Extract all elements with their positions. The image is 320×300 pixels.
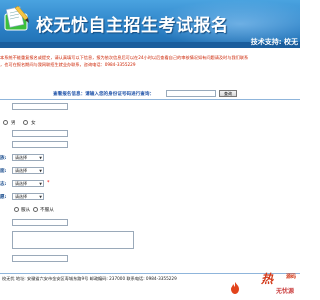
select-2-value: 请选择: [15, 168, 27, 173]
tech-support-label: 技术支持: 校无: [250, 38, 298, 46]
site-header: 校无忧自主招生考试报名 技术支持: 校无: [0, 0, 300, 48]
id-number-query-input[interactable]: [166, 90, 216, 97]
form-row-email: [0, 254, 300, 265]
query-divider: [0, 99, 300, 100]
chevron-down-icon: ▼: [39, 156, 42, 160]
obey-yes-label: 服从: [21, 208, 31, 213]
id-card-input[interactable]: [12, 141, 68, 148]
birth-input[interactable]: [12, 130, 68, 137]
chevron-down-icon: ▼: [39, 169, 42, 173]
form-row-select-1: 族: 请选择 ▼: [0, 153, 300, 164]
select-4-label: 愿:: [0, 195, 7, 200]
fire-icon: [231, 282, 239, 294]
footer-text: 校无忧 地址: 安徽省六安市金安区寿城东路9号 邮政编码: 237000 联系电…: [2, 276, 177, 281]
gender-female-label: 女: [31, 121, 36, 126]
select-1-value: 请选择: [15, 155, 27, 160]
form-row-gender: 男 女: [0, 118, 300, 129]
form-row-birth: [0, 129, 300, 140]
watermark-site: 无忧源: [275, 288, 294, 295]
notice-line-2: ，也可在报名期间与我网联招生就业办联系，咨询电话：0984-3355229: [0, 62, 136, 67]
form-row-obey: 服从 不服从: [0, 205, 300, 216]
gender-male-label: 男: [11, 121, 16, 126]
email-input[interactable]: [12, 255, 68, 262]
form-row-phone: [0, 218, 300, 229]
school-logo-icon: [4, 5, 29, 31]
query-label: 查看报名信息：请输入您的身份证号码进行查询：: [53, 92, 155, 97]
form-row-select-3: 志: 请选择 ▼ *: [0, 179, 300, 190]
notice-text: 本系统不能重复报名或提交，请认真填写以下信息，报为依次信息后可以在24小时以后查…: [0, 54, 300, 82]
form-row-select-2: 面: 请选择 ▼: [0, 166, 300, 177]
obey-no-radio[interactable]: [33, 207, 38, 212]
select-1[interactable]: 请选择 ▼: [12, 154, 44, 161]
select-1-label: 族:: [0, 156, 7, 161]
watermark: 热 源码 无忧源: [226, 268, 298, 300]
phone-input[interactable]: [12, 219, 68, 226]
gender-male-radio[interactable]: [3, 120, 8, 125]
select-2-label: 面:: [0, 169, 7, 174]
site-title: 校无忧自主招生考试报名: [36, 16, 229, 36]
name-input[interactable]: [12, 103, 68, 110]
form-row-select-4: 愿: 请选择 ▼: [0, 192, 300, 203]
select-3-label: 志:: [0, 182, 7, 187]
select-3[interactable]: 请选择 ▼: [12, 180, 44, 187]
obey-no-label: 不服从: [40, 208, 54, 213]
form-row-remarks: [0, 230, 300, 252]
watermark-sub: 源码: [285, 274, 296, 280]
form-row-name: [0, 102, 300, 113]
select-2[interactable]: 请选择 ▼: [12, 167, 44, 174]
required-mark: *: [47, 180, 50, 186]
notice-line-1: 本系统不能重复报名或提交，请认真填写以下信息，报为依次信息后可以在24小时以后查…: [0, 55, 249, 60]
select-4[interactable]: 请选择 ▼: [12, 193, 44, 200]
select-4-value: 请选择: [15, 194, 27, 199]
query-button[interactable]: 查询: [219, 90, 237, 97]
form-row-id: [0, 140, 300, 151]
gender-female-radio[interactable]: [23, 120, 28, 125]
select-3-value: 请选择: [15, 181, 27, 186]
obey-yes-radio[interactable]: [14, 207, 19, 212]
chevron-down-icon: ▼: [39, 195, 42, 199]
watermark-main: 热: [260, 272, 273, 286]
chevron-down-icon: ▼: [39, 182, 42, 186]
remarks-textarea[interactable]: [12, 231, 134, 249]
query-row: 查看报名信息：请输入您的身份证号码进行查询： 查询: [0, 89, 300, 99]
